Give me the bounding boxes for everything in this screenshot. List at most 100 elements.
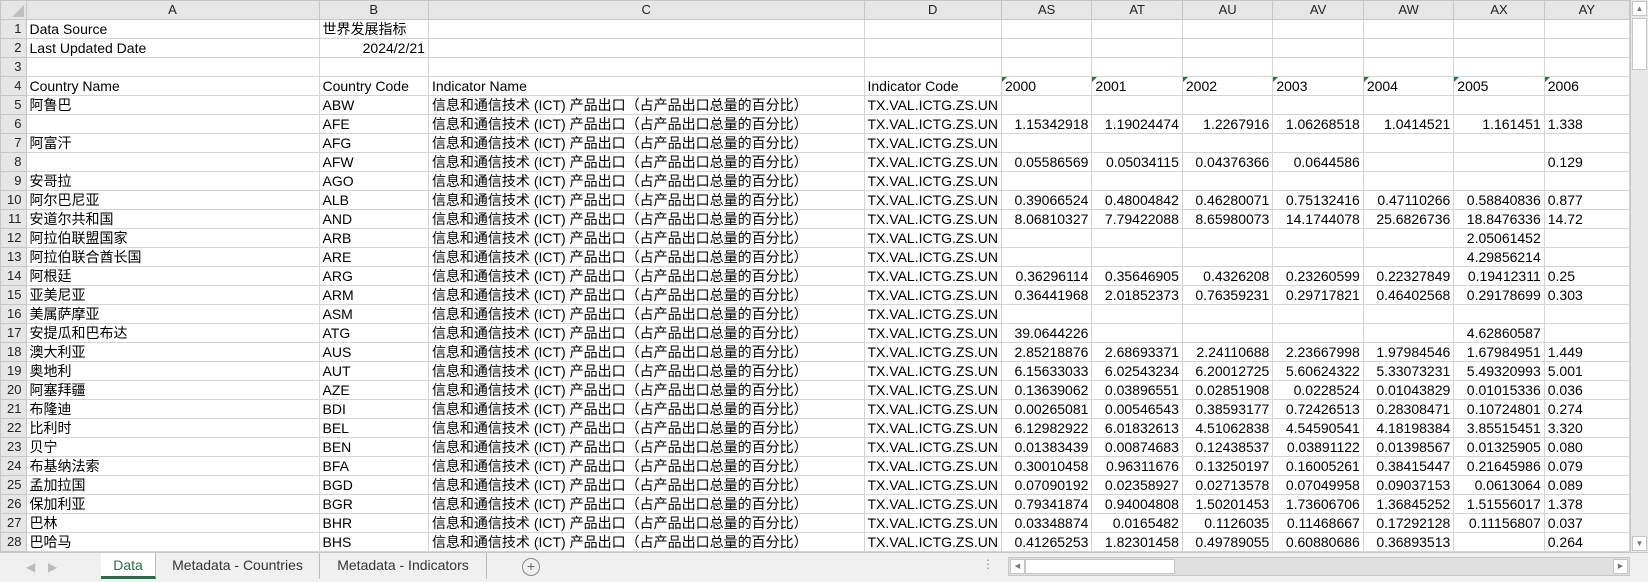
country-code-cell[interactable]: BDI [318,399,429,419]
value-cell[interactable]: 6.02543234 [1091,361,1183,381]
row-header[interactable]: 9 [0,171,27,191]
value-cell[interactable] [1000,95,1093,115]
country-name-cell[interactable]: 美属萨摩亚 [25,304,320,324]
value-cell[interactable]: 0.23260599 [1272,266,1364,286]
country-name-cell[interactable]: 巴林 [25,513,320,533]
indicator-name-cell[interactable]: 信息和通信技术 (ICT) 产品出口（占产品出口总量的百分比） [427,342,865,362]
value-cell[interactable] [1362,228,1455,248]
row-header[interactable]: 25 [0,475,27,495]
scroll-left-arrow-icon[interactable]: ◀ [1010,559,1025,574]
value-cell[interactable]: 2.23667998 [1272,342,1364,362]
country-code-cell[interactable]: AND [318,209,429,229]
value-cell[interactable]: 1.06268518 [1272,114,1364,134]
value-cell[interactable] [1453,133,1545,153]
value-cell[interactable]: 5.60624322 [1272,361,1364,381]
value-cell[interactable]: 1.36845252 [1362,494,1455,514]
cell-b[interactable]: 2024/2/21 [318,38,429,58]
indicator-name-cell[interactable]: 信息和通信技术 (ICT) 产品出口（占产品出口总量的百分比） [427,266,865,286]
country-name-cell[interactable]: 巴哈马 [25,532,320,552]
value-cell[interactable] [1181,133,1274,153]
empty-cell[interactable] [1000,19,1093,39]
cell-c[interactable] [427,38,865,58]
cell-d[interactable] [863,57,1002,77]
indicator-code-cell[interactable]: TX.VAL.ICTG.ZS.UN [863,95,1002,115]
country-code-cell[interactable]: AFW [318,152,429,172]
indicator-name-cell[interactable]: 信息和通信技术 (ICT) 产品出口（占产品出口总量的百分比） [427,209,865,229]
value-cell[interactable]: 6.01832613 [1091,418,1183,438]
row-header[interactable]: 2 [0,38,27,58]
year-header-cell[interactable]: 2006 [1543,76,1630,96]
indicator-code-cell[interactable]: TX.VAL.ICTG.ZS.UN [863,114,1002,134]
country-name-cell[interactable]: 奥地利 [25,361,320,381]
row-header[interactable]: 27 [0,513,27,533]
cell-a[interactable] [25,57,320,77]
value-cell[interactable] [1091,171,1183,191]
indicator-code-cell[interactable]: TX.VAL.ICTG.ZS.UN [863,399,1002,419]
value-cell[interactable]: 4.62860587 [1453,323,1545,343]
row-header[interactable]: 28 [0,532,27,552]
value-cell[interactable] [1362,323,1455,343]
value-cell[interactable]: 1.19024474 [1091,114,1183,134]
value-cell[interactable]: 0.03891122 [1272,437,1364,457]
value-cell[interactable]: 0.12438537 [1181,437,1274,457]
value-cell[interactable]: 18.8476336 [1453,209,1545,229]
indicator-name-cell[interactable]: 信息和通信技术 (ICT) 产品出口（占产品出口总量的百分比） [427,114,865,134]
empty-cell[interactable] [1000,57,1093,77]
value-cell[interactable]: 0.01325905 [1453,437,1545,457]
year-header-cell[interactable]: 2001 [1091,76,1183,96]
plus-circle-icon[interactable]: + [522,558,540,576]
value-cell[interactable] [1543,304,1630,324]
value-cell[interactable] [1272,95,1364,115]
value-cell[interactable] [1181,171,1274,191]
country-name-cell[interactable]: 阿拉伯联合酋长国 [25,247,320,267]
year-header-cell[interactable]: 2000 [1000,76,1093,96]
empty-cell[interactable] [1091,57,1183,77]
country-name-cell[interactable]: 安提瓜和巴布达 [25,323,320,343]
column-header-au[interactable]: AU [1181,0,1274,20]
value-cell[interactable]: 0.41265253 [1000,532,1093,552]
row-header[interactable]: 10 [0,190,27,210]
value-cell[interactable]: 4.54590541 [1272,418,1364,438]
cell-b[interactable]: Country Code [318,76,429,96]
value-cell[interactable] [1453,171,1545,191]
value-cell[interactable]: 1.50201453 [1181,494,1274,514]
empty-cell[interactable] [1543,38,1630,58]
value-cell[interactable]: 1.161451 [1453,114,1545,134]
value-cell[interactable] [1091,247,1183,267]
value-cell[interactable] [1000,228,1093,248]
country-code-cell[interactable]: ARM [318,285,429,305]
country-code-cell[interactable]: ARB [318,228,429,248]
cell-c[interactable]: Indicator Name [427,76,865,96]
value-cell[interactable] [1091,95,1183,115]
value-cell[interactable] [1362,95,1455,115]
value-cell[interactable] [1543,95,1630,115]
value-cell[interactable]: 0.02358927 [1091,475,1183,495]
country-code-cell[interactable]: BHR [318,513,429,533]
empty-cell[interactable] [1543,57,1630,77]
row-header[interactable]: 21 [0,399,27,419]
value-cell[interactable] [1362,152,1455,172]
tab-metadata-countries[interactable]: Metadata - Countries [156,553,320,579]
value-cell[interactable]: 0.25 [1543,266,1630,286]
row-header[interactable]: 5 [0,95,27,115]
value-cell[interactable]: 0.11468667 [1272,513,1364,533]
indicator-name-cell[interactable]: 信息和通信技术 (ICT) 产品出口（占产品出口总量的百分比） [427,247,865,267]
value-cell[interactable]: 0.79341874 [1000,494,1093,514]
value-cell[interactable]: 4.51062838 [1181,418,1274,438]
value-cell[interactable]: 2.24110688 [1181,342,1274,362]
country-code-cell[interactable]: AZE [318,380,429,400]
country-code-cell[interactable]: ALB [318,190,429,210]
column-header-d[interactable]: D [863,0,1002,20]
value-cell[interactable] [1181,323,1274,343]
indicator-name-cell[interactable]: 信息和通信技术 (ICT) 产品出口（占产品出口总量的百分比） [427,228,865,248]
empty-cell[interactable] [1453,57,1545,77]
indicator-code-cell[interactable]: TX.VAL.ICTG.ZS.UN [863,494,1002,514]
row-header[interactable]: 1 [0,19,27,39]
country-code-cell[interactable]: BGD [318,475,429,495]
value-cell[interactable]: 0.19412311 [1453,266,1545,286]
country-name-cell[interactable]: 阿尔巴尼亚 [25,190,320,210]
country-code-cell[interactable]: BFA [318,456,429,476]
value-cell[interactable] [1362,133,1455,153]
indicator-code-cell[interactable]: TX.VAL.ICTG.ZS.UN [863,171,1002,191]
country-name-cell[interactable]: 阿根廷 [25,266,320,286]
